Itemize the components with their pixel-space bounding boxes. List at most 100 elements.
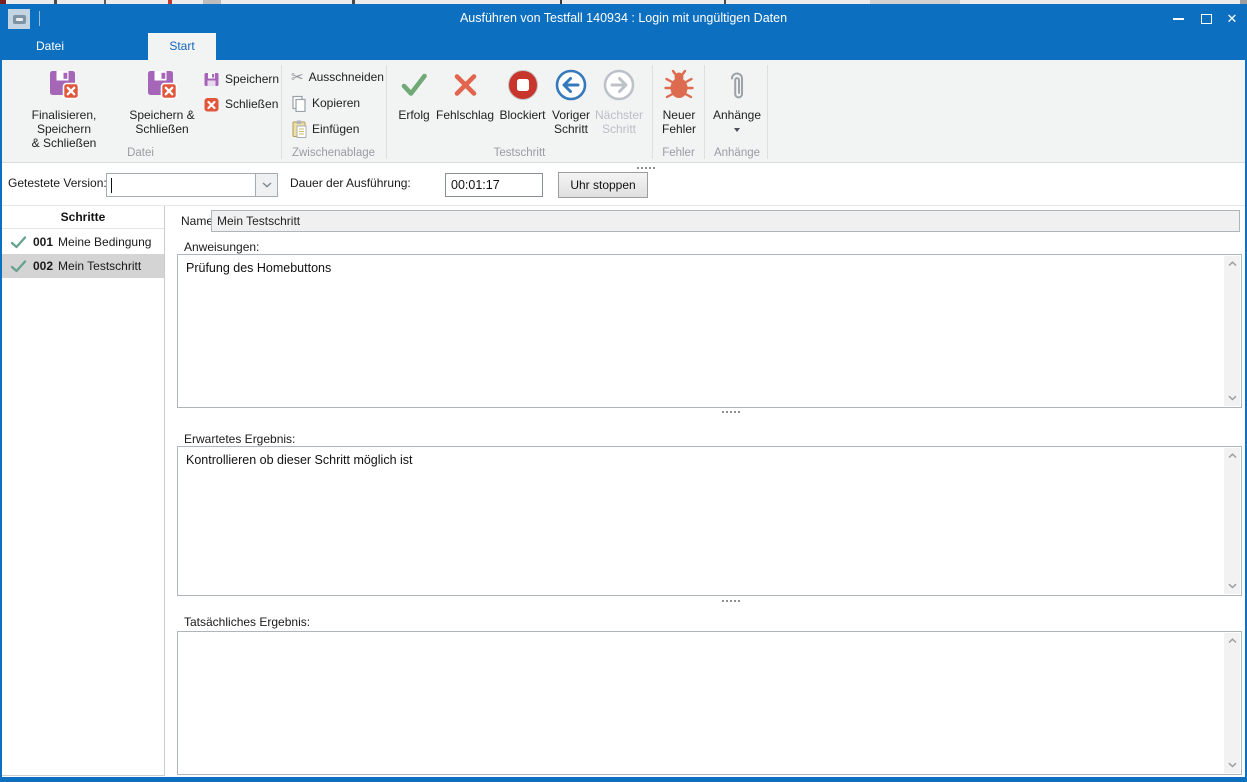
- group-caption-datei: Datei: [0, 147, 281, 159]
- previous-step-button[interactable]: Voriger Schritt: [549, 63, 593, 157]
- paste-icon: [291, 120, 307, 138]
- group-caption-anhaenge: Anhänge: [706, 147, 768, 159]
- floppy-x-icon: [146, 68, 178, 104]
- steps-header: Schritte: [2, 206, 164, 229]
- previous-step-label: Voriger Schritt: [552, 108, 590, 136]
- new-bug-button[interactable]: Neuer Fehler: [656, 63, 702, 157]
- blocked-label: Blockiert: [499, 108, 545, 122]
- content-divider: [0, 205, 1247, 206]
- instructions-text: Prüfung des Homebuttons: [178, 255, 1223, 407]
- splitter-grip[interactable]: [637, 167, 655, 169]
- chevron-down-icon: [262, 182, 272, 188]
- blocked-button[interactable]: Blockiert: [495, 63, 550, 157]
- step-label: Meine Bedingung: [58, 235, 151, 249]
- group-separator: [767, 65, 768, 159]
- copy-label: Kopieren: [312, 96, 360, 110]
- execution-toolbar: Getestete Version: Dauer der Ausführung:…: [0, 163, 1247, 206]
- save-and-close-label: Speichern & Schließen: [129, 108, 194, 136]
- instructions-textarea[interactable]: Prüfung des Homebuttons: [177, 254, 1242, 408]
- scroll-up-icon: [1228, 638, 1237, 644]
- group-caption-zwischenablage: Zwischenablage: [282, 147, 385, 159]
- close-icon: ✕: [1227, 11, 1238, 27]
- save-button[interactable]: Speichern: [203, 68, 279, 90]
- fail-button[interactable]: Fehlschlag: [436, 63, 494, 157]
- bug-icon: [664, 68, 694, 104]
- scroll-down-icon: [1228, 583, 1237, 589]
- combobox-dropdown-button[interactable]: [255, 174, 277, 196]
- titlebar: Ausführen von Testfall 140934 : Login mi…: [0, 4, 1247, 33]
- check-icon: [10, 236, 27, 249]
- attachments-label: Anhänge: [713, 108, 761, 122]
- window-title: Ausführen von Testfall 140934 : Login mi…: [0, 4, 1247, 33]
- new-bug-label: Neuer Fehler: [662, 108, 696, 136]
- splitter-grip[interactable]: [722, 411, 740, 413]
- expected-result-label: Erwartetes Ergebnis:: [184, 432, 295, 446]
- floppy-icon: [203, 71, 220, 88]
- group-separator: [281, 65, 282, 159]
- test-run-window: Ausführen von Testfall 140934 : Login mi…: [0, 0, 1247, 782]
- duration-label: Dauer der Ausführung:: [290, 176, 411, 190]
- success-label: Erfolg: [398, 108, 429, 122]
- next-step-button: Nächster Schritt: [594, 63, 644, 157]
- instructions-label: Anweisungen:: [184, 240, 259, 254]
- close-file-button[interactable]: Schließen: [203, 93, 278, 115]
- x-icon: [449, 68, 481, 104]
- group-separator: [652, 65, 653, 159]
- tab-start[interactable]: Start: [148, 33, 216, 60]
- paste-button[interactable]: Einfügen: [291, 118, 359, 140]
- ribbon-tab-row: Datei Start: [0, 33, 1247, 60]
- arrow-left-circle-icon: [554, 68, 588, 104]
- scrollbar[interactable]: [1224, 448, 1240, 594]
- attachments-dropdown-icon: [734, 128, 740, 132]
- next-step-label: Nächster Schritt: [595, 108, 643, 136]
- scroll-down-icon: [1228, 395, 1237, 401]
- copy-button[interactable]: Kopieren: [291, 92, 360, 114]
- scroll-up-icon: [1228, 261, 1237, 267]
- fail-label: Fehlschlag: [436, 108, 494, 122]
- cut-button[interactable]: ✂ Ausschneiden: [291, 66, 384, 88]
- red-x-icon: [203, 96, 220, 113]
- minimize-button[interactable]: [1165, 4, 1191, 33]
- close-button[interactable]: ✕: [1219, 4, 1245, 33]
- minimize-icon: [1173, 18, 1184, 20]
- actual-result-textarea[interactable]: [177, 631, 1242, 775]
- stop-clock-button[interactable]: Uhr stoppen: [558, 172, 648, 198]
- scroll-up-icon: [1228, 453, 1237, 459]
- tab-datei[interactable]: Datei: [14, 33, 86, 60]
- tested-version-combobox[interactable]: [106, 173, 278, 197]
- arrow-right-circle-icon: [602, 68, 636, 104]
- expected-result-textarea[interactable]: Kontrollieren ob dieser Schritt möglich …: [177, 446, 1242, 596]
- scissors-icon: ✂: [291, 70, 304, 85]
- splitter-grip[interactable]: [722, 600, 740, 602]
- ribbon: Finalisieren, Speichern & Schließen Spei…: [0, 60, 1247, 163]
- step-label: Mein Testschritt: [58, 259, 141, 273]
- save-and-close-button[interactable]: Speichern & Schließen: [124, 63, 200, 157]
- check-icon: [398, 68, 430, 104]
- finalize-save-close-label: Finalisieren, Speichern & Schließen: [6, 108, 122, 150]
- duration-input[interactable]: [445, 173, 543, 197]
- group-caption-fehler: Fehler: [653, 147, 704, 159]
- text-caret: [111, 178, 112, 193]
- scrollbar[interactable]: [1224, 256, 1240, 406]
- scroll-down-icon: [1228, 762, 1237, 768]
- success-button[interactable]: Erfolg: [392, 63, 436, 157]
- cut-label: Ausschneiden: [309, 70, 384, 84]
- finalize-save-close-button[interactable]: Finalisieren, Speichern & Schließen: [6, 63, 122, 157]
- check-icon: [10, 260, 27, 273]
- maximize-button[interactable]: [1193, 4, 1219, 33]
- stop-circle-icon: [506, 68, 540, 104]
- step-item-002[interactable]: 002 Mein Testschritt: [2, 254, 164, 278]
- maximize-icon: [1201, 14, 1212, 24]
- attachments-button[interactable]: Anhänge: [708, 63, 766, 157]
- steps-panel: Schritte 001 Meine Bedingung 002 Mein Te…: [2, 206, 165, 776]
- copy-icon: [291, 95, 307, 112]
- close-file-label: Schließen: [225, 97, 278, 111]
- tested-version-label: Getestete Version:: [8, 176, 107, 190]
- step-number: 002: [33, 259, 53, 273]
- scrollbar[interactable]: [1224, 633, 1240, 773]
- window-border-left: [0, 4, 2, 782]
- step-item-001[interactable]: 001 Meine Bedingung: [2, 230, 164, 254]
- name-input[interactable]: [211, 210, 1240, 232]
- window-border-bottom: [0, 777, 1247, 782]
- actual-result-text: [178, 632, 1223, 774]
